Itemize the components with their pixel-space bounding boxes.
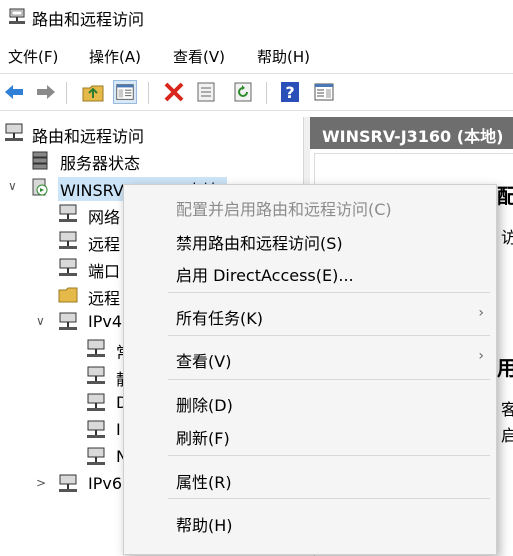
tree-label: 远程 bbox=[88, 289, 121, 308]
ctx-item-label: 禁用路由和远程访问(S) bbox=[176, 234, 343, 253]
tree-label: 路由和远程访问 bbox=[32, 127, 145, 146]
tree-label: IPv4 bbox=[88, 312, 123, 331]
properties-icon[interactable] bbox=[194, 80, 218, 104]
tree-item-server-status[interactable]: 服务器状态 bbox=[0, 147, 300, 173]
details-title: WINSRV-J3160 (本地) bbox=[322, 127, 504, 146]
tree-item-root[interactable]: 路由和远程访问 bbox=[0, 120, 300, 146]
toolbar-separator bbox=[266, 82, 267, 104]
help-icon[interactable]: ? bbox=[278, 80, 302, 104]
tree-label: I bbox=[116, 420, 121, 439]
toolbar-separator bbox=[148, 82, 149, 104]
action-pane-icon[interactable] bbox=[312, 80, 336, 104]
ctx-item-label: 启用 DirectAccess(E)... bbox=[176, 266, 354, 285]
ctx-delete[interactable]: 删除(D) bbox=[176, 387, 476, 417]
server-icon bbox=[32, 151, 48, 170]
ctx-item-label: 属性(R) bbox=[176, 473, 232, 492]
routing-node-icon bbox=[87, 393, 105, 411]
toolbar: ? bbox=[0, 73, 513, 111]
details-header: WINSRV-J3160 (本地) bbox=[310, 117, 513, 149]
details-text: 客 bbox=[501, 400, 513, 419]
menu-help[interactable]: 帮助(H) bbox=[257, 46, 310, 67]
routing-node-icon bbox=[87, 339, 105, 357]
menu-view[interactable]: 查看(V) bbox=[173, 46, 225, 67]
routing-icon bbox=[5, 123, 23, 141]
details-text: 访 bbox=[501, 228, 513, 247]
up-folder-icon[interactable] bbox=[81, 80, 105, 104]
ctx-refresh[interactable]: 刷新(F) bbox=[176, 420, 476, 450]
ctx-view[interactable]: 查看(V) › bbox=[176, 343, 484, 373]
refresh-icon[interactable] bbox=[231, 80, 255, 104]
window-title: 路由和远程访问 bbox=[32, 10, 145, 29]
routing-node-icon bbox=[87, 366, 105, 384]
remote-clients-icon bbox=[59, 231, 77, 249]
ipv4-icon bbox=[59, 312, 77, 330]
show-hide-tree-icon[interactable] bbox=[113, 80, 137, 104]
ctx-item-label: 配置并启用路由和远程访问(C) bbox=[176, 200, 392, 219]
routing-node-icon bbox=[87, 420, 105, 438]
tree-label: IPv6 bbox=[88, 474, 123, 493]
menu-separator bbox=[168, 292, 490, 293]
folder-icon bbox=[58, 287, 78, 303]
ctx-item-label: 所有任务(K) bbox=[176, 309, 263, 328]
submenu-arrow-icon: › bbox=[478, 348, 484, 364]
details-text: 配 bbox=[497, 184, 513, 208]
menu-separator bbox=[168, 498, 490, 499]
ports-icon bbox=[59, 258, 77, 276]
ctx-help[interactable]: 帮助(H) bbox=[176, 507, 476, 537]
routing-node-icon bbox=[87, 447, 105, 465]
tree-label: 远程 bbox=[88, 235, 121, 254]
ctx-enable-directaccess[interactable]: 启用 DirectAccess(E)... bbox=[176, 257, 476, 287]
tree-label: 网络 bbox=[88, 208, 121, 227]
menu-file[interactable]: 文件(F) bbox=[8, 46, 58, 67]
menu-separator bbox=[168, 335, 490, 336]
title-bar: 路由和远程访问 bbox=[0, 0, 513, 34]
context-menu: 配置并启用路由和远程访问(C) 禁用路由和远程访问(S) 启用 DirectAc… bbox=[123, 184, 497, 555]
tree-label: 服务器状态 bbox=[60, 154, 141, 173]
server-running-icon bbox=[32, 178, 48, 196]
ctx-item-label: 刷新(F) bbox=[176, 429, 230, 448]
ipv6-icon bbox=[59, 474, 77, 492]
menu-action[interactable]: 操作(A) bbox=[89, 46, 141, 67]
routing-app-icon bbox=[9, 8, 25, 24]
ctx-properties[interactable]: 属性(R) bbox=[176, 464, 476, 494]
ctx-item-label: 查看(V) bbox=[176, 352, 232, 371]
ctx-item-label: 删除(D) bbox=[176, 396, 233, 415]
details-text: 启 bbox=[501, 426, 513, 445]
chevron-right-icon[interactable]: > bbox=[36, 476, 46, 490]
ctx-configure-enable: 配置并启用路由和远程访问(C) bbox=[176, 191, 476, 221]
ctx-all-tasks[interactable]: 所有任务(K) › bbox=[176, 300, 484, 330]
delete-icon[interactable] bbox=[162, 80, 186, 104]
ctx-disable-routing[interactable]: 禁用路由和远程访问(S) bbox=[176, 225, 476, 255]
chevron-down-icon[interactable]: ∨ bbox=[8, 179, 17, 193]
forward-icon[interactable] bbox=[34, 80, 58, 104]
network-interface-icon bbox=[59, 204, 77, 222]
tree-label: 端口 bbox=[88, 262, 121, 281]
svg-text:?: ? bbox=[285, 83, 294, 102]
chevron-down-icon[interactable]: ∨ bbox=[36, 314, 45, 328]
menu-separator bbox=[168, 455, 490, 456]
submenu-arrow-icon: › bbox=[478, 305, 484, 321]
back-icon[interactable] bbox=[2, 80, 26, 104]
menu-separator bbox=[168, 379, 490, 380]
details-text: 用 bbox=[497, 356, 513, 380]
ctx-item-label: 帮助(H) bbox=[176, 516, 233, 535]
toolbar-separator bbox=[66, 82, 67, 104]
menu-bar: 文件(F) 操作(A) 查看(V) 帮助(H) bbox=[0, 42, 513, 70]
